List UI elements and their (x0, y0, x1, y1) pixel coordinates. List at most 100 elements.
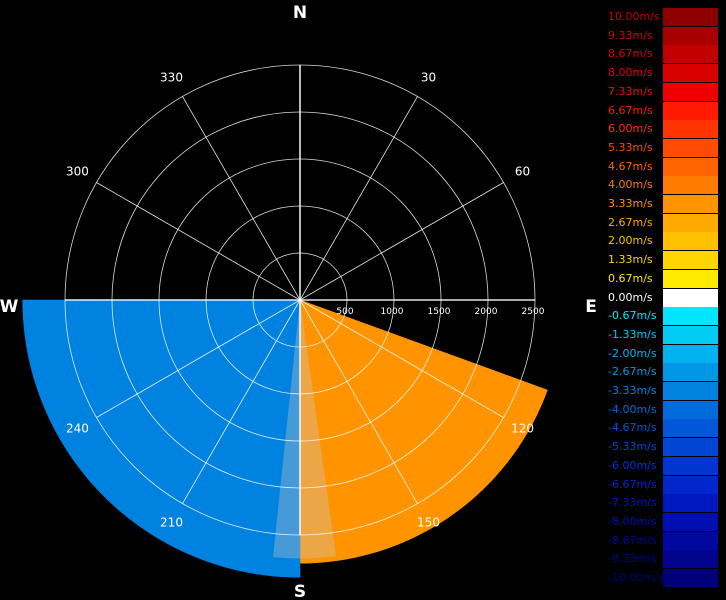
legend-label: -3.33m/s (608, 384, 657, 397)
legend-label: 3.33m/s (608, 197, 653, 210)
legend-swatch (663, 512, 718, 531)
legend-row: 7.33m/s (606, 82, 718, 102)
legend-swatch (663, 569, 718, 587)
legend-label: 6.00m/s (608, 122, 653, 136)
legend-row: -1.33m/s (606, 325, 718, 345)
legend-label: -2.67m/s (608, 365, 657, 379)
legend-swatch (663, 8, 718, 26)
legend-swatch (663, 232, 718, 251)
azimuth-label: 150 (417, 516, 440, 530)
cardinal-east-label: E (585, 297, 597, 317)
legend-label: 4.67m/s (608, 159, 653, 173)
legend-label: -9.33m/s (608, 552, 657, 566)
cardinal-west-label: W (0, 297, 19, 317)
velocity-sector (22, 299, 548, 578)
legend-swatch (663, 101, 718, 120)
legend-swatch (663, 45, 718, 64)
legend-row: -6.00m/s (606, 456, 718, 476)
azimuth-label: 300 (66, 165, 89, 179)
legend-row: -8.67m/s (606, 531, 718, 551)
legend-swatch (663, 419, 718, 438)
legend-label: -2.00m/s (608, 346, 657, 360)
legend-swatch (663, 251, 718, 270)
legend-label: -1.33m/s (608, 327, 657, 341)
legend-swatch (663, 363, 718, 382)
legend-row: -2.67m/s (606, 363, 718, 382)
legend-row: 9.33m/s (606, 26, 718, 46)
legend-row: 0.67m/s (606, 269, 718, 289)
legend-label: 0.67m/s (608, 271, 653, 285)
legend-row: -7.33m/s (606, 494, 718, 513)
legend-label: -4.67m/s (608, 421, 657, 435)
velocity-legend: 10.00m/s 9.33m/s 8.67m/s 8.00m/s 7.33m/s 6.67… (606, 8, 718, 592)
legend-label: -6.67m/s (608, 477, 657, 491)
azimuth-spoke (96, 182, 301, 301)
legend-row: 0.00m/s (606, 288, 718, 308)
legend-label: -5.33m/s (608, 440, 657, 454)
legend-swatch (663, 531, 718, 550)
legend-label: -7.33m/s (608, 496, 657, 510)
range-label: 1000 (381, 307, 404, 317)
legend-row: -2.00m/s (606, 344, 718, 364)
legend-row: 6.67m/s (606, 101, 718, 121)
legend-row: 8.00m/s (606, 64, 718, 83)
legend-swatch (663, 438, 718, 457)
legend-label: -6.00m/s (608, 458, 657, 472)
legend-row: 1.33m/s (606, 251, 718, 270)
legend-label: 7.33m/s (608, 84, 653, 98)
legend-swatch (663, 176, 718, 195)
legend-row: 5.33m/s (606, 138, 718, 158)
cardinal-north-label: N (293, 3, 307, 23)
legend-swatch (663, 195, 718, 213)
legend-row: 8.67m/s (606, 45, 718, 64)
legend-label: 8.67m/s (608, 47, 653, 61)
legend-label: -8.67m/s (608, 533, 657, 547)
azimuth-label: 30 (421, 70, 436, 84)
legend-swatch (663, 26, 718, 45)
legend-label: 6.67m/s (608, 103, 653, 117)
legend-swatch (663, 400, 718, 419)
range-label: 2500 (522, 307, 545, 317)
legend-label: -0.67m/s (608, 309, 657, 323)
azimuth-spoke (299, 96, 418, 301)
range-label: 1500 (428, 307, 451, 317)
legend-swatch (663, 120, 718, 139)
legend-label: 8.00m/s (608, 66, 653, 80)
legend-label: -10.00m/s (608, 571, 664, 584)
legend-label: 4.00m/s (608, 178, 653, 192)
radar-velocity-plot: N E S W 30 60 120 150 210 240 300 330 500 1000 150… (0, 3, 597, 600)
legend-row: 3.33m/s (606, 195, 718, 214)
legend-swatch (663, 64, 718, 83)
legend-label: 10.00m/s (608, 10, 660, 23)
azimuth-label: 60 (515, 165, 530, 179)
legend-label: 1.33m/s (608, 253, 653, 267)
legend-row: 6.00m/s (606, 120, 718, 139)
legend-swatch (663, 82, 718, 101)
legend-label: 2.00m/s (608, 234, 653, 248)
legend-label: 0.00m/s (608, 290, 653, 304)
legend-label: 5.33m/s (608, 140, 653, 154)
legend-row: 10.00m/s (606, 8, 718, 27)
legend-row: 4.00m/s (606, 176, 718, 195)
legend-label: -8.00m/s (608, 514, 657, 528)
legend-row: -5.33m/s (606, 438, 718, 457)
legend-swatch (663, 344, 718, 363)
legend-row: -10.00m/s (606, 569, 718, 588)
legend-label: 9.33m/s (608, 28, 653, 42)
legend-row: 4.67m/s (606, 157, 718, 177)
legend-swatch (663, 550, 718, 569)
azimuth-spoke (299, 182, 504, 301)
legend-swatch (663, 307, 718, 326)
cardinal-south-label: S (294, 582, 306, 600)
legend-swatch (663, 382, 718, 400)
azimuth-label: 210 (160, 516, 183, 530)
legend-row: -4.00m/s (606, 400, 718, 420)
legend-swatch (663, 213, 718, 232)
azimuth-label: 240 (66, 422, 89, 436)
legend-swatch (663, 456, 718, 475)
legend-row: 2.00m/s (606, 232, 718, 251)
azimuth-label: 330 (160, 70, 183, 84)
legend-swatch (663, 269, 718, 288)
azimuth-label: 120 (511, 422, 534, 436)
legend-swatch (663, 494, 718, 513)
